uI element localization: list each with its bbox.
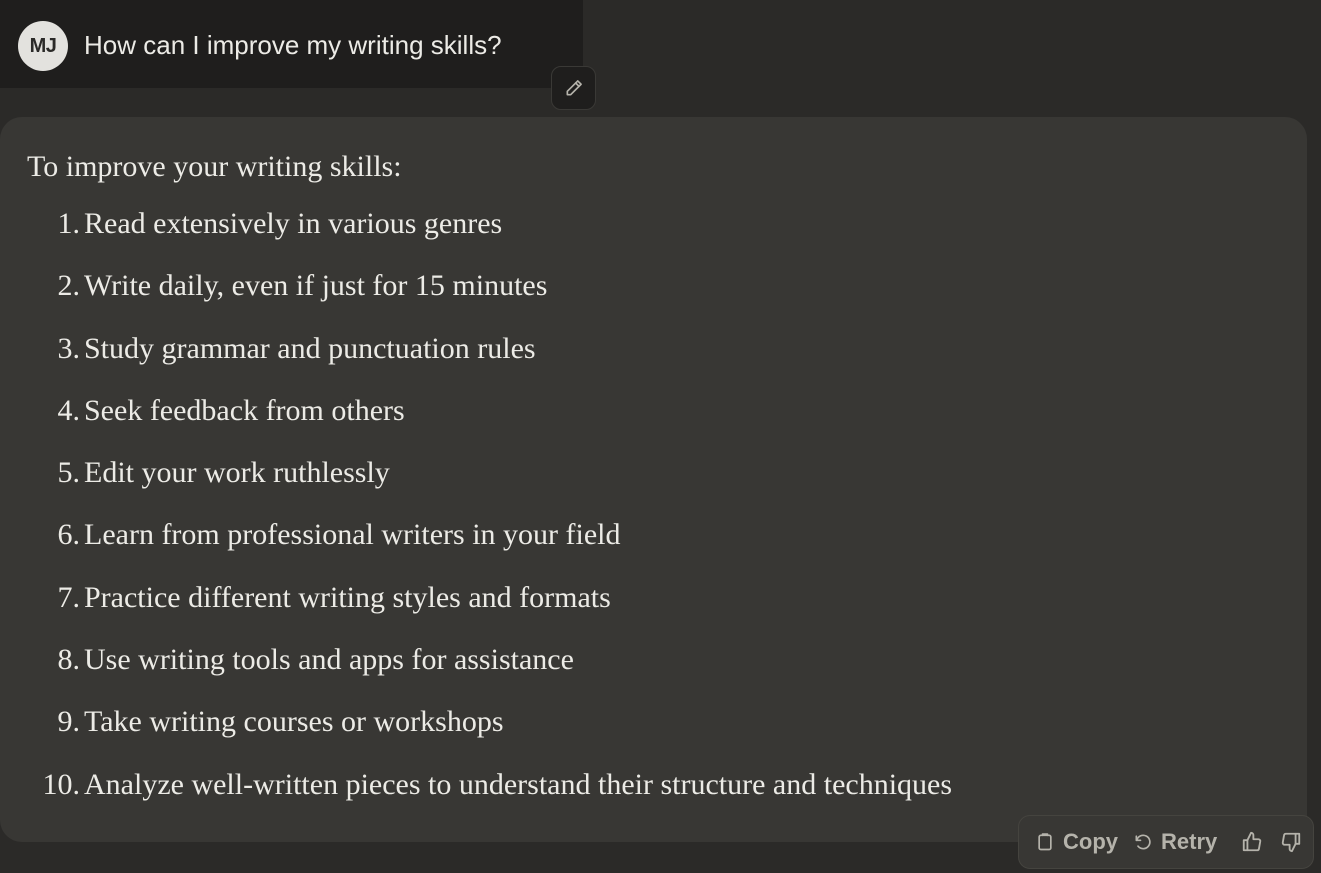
list-item-number: 5.	[57, 456, 81, 490]
thumbs-down-icon	[1281, 832, 1301, 853]
edit-message-button[interactable]	[551, 66, 596, 110]
thumbs-down-button[interactable]	[1280, 816, 1302, 868]
list-item-text: Edit your work ruthlessly	[84, 456, 390, 490]
list-item-number: 2.	[57, 269, 81, 303]
list-item-text: Write daily, even if just for 15 minutes	[84, 269, 548, 303]
pencil-icon	[566, 80, 582, 96]
list-item-number: 8.	[57, 643, 81, 677]
list-item-text: Take writing courses or workshops	[84, 705, 504, 739]
list-item-number: 7.	[57, 580, 81, 614]
list-item-text: Seek feedback from others	[84, 393, 405, 427]
thumbs-up-button[interactable]	[1241, 816, 1263, 868]
list-item-number: 1.	[57, 207, 81, 240]
clipboard-icon	[1038, 833, 1052, 851]
list-item-text: Analyze well-written pieces to understan…	[84, 767, 953, 801]
message-actions-bar: Copy Retry	[1018, 815, 1314, 869]
assistant-message: To improve your writing skills: 1. Read …	[0, 117, 1307, 842]
list-item-number: 9.	[57, 705, 81, 739]
retry-button[interactable]: Retry	[1133, 816, 1217, 868]
retry-icon	[1135, 834, 1151, 850]
retry-label: Retry	[1161, 829, 1218, 854]
user-message-text: How can I improve my writing skills?	[84, 30, 502, 60]
list-item-text: Practice different writing styles and fo…	[84, 580, 611, 614]
list-item-number: 10.	[42, 767, 81, 801]
list-item-text: Learn from professional writers in your …	[84, 518, 621, 552]
list-item-number: 3.	[57, 331, 81, 365]
user-message: MJ How can I improve my writing skills?	[0, 0, 583, 88]
copy-button[interactable]: Copy	[1035, 816, 1118, 868]
list-item-text: Study grammar and punctuation rules	[84, 331, 536, 365]
list-item-number: 4.	[57, 393, 81, 427]
thumbs-up-icon	[1242, 831, 1262, 852]
copy-label: Copy	[1063, 829, 1118, 854]
avatar: MJ	[18, 21, 68, 71]
list-item-text: Read extensively in various genres	[84, 207, 503, 240]
response-intro: To improve your writing skills:	[27, 150, 402, 183]
list-item-text: Use writing tools and apps for assistanc…	[84, 643, 574, 677]
list-item-number: 6.	[57, 518, 81, 552]
